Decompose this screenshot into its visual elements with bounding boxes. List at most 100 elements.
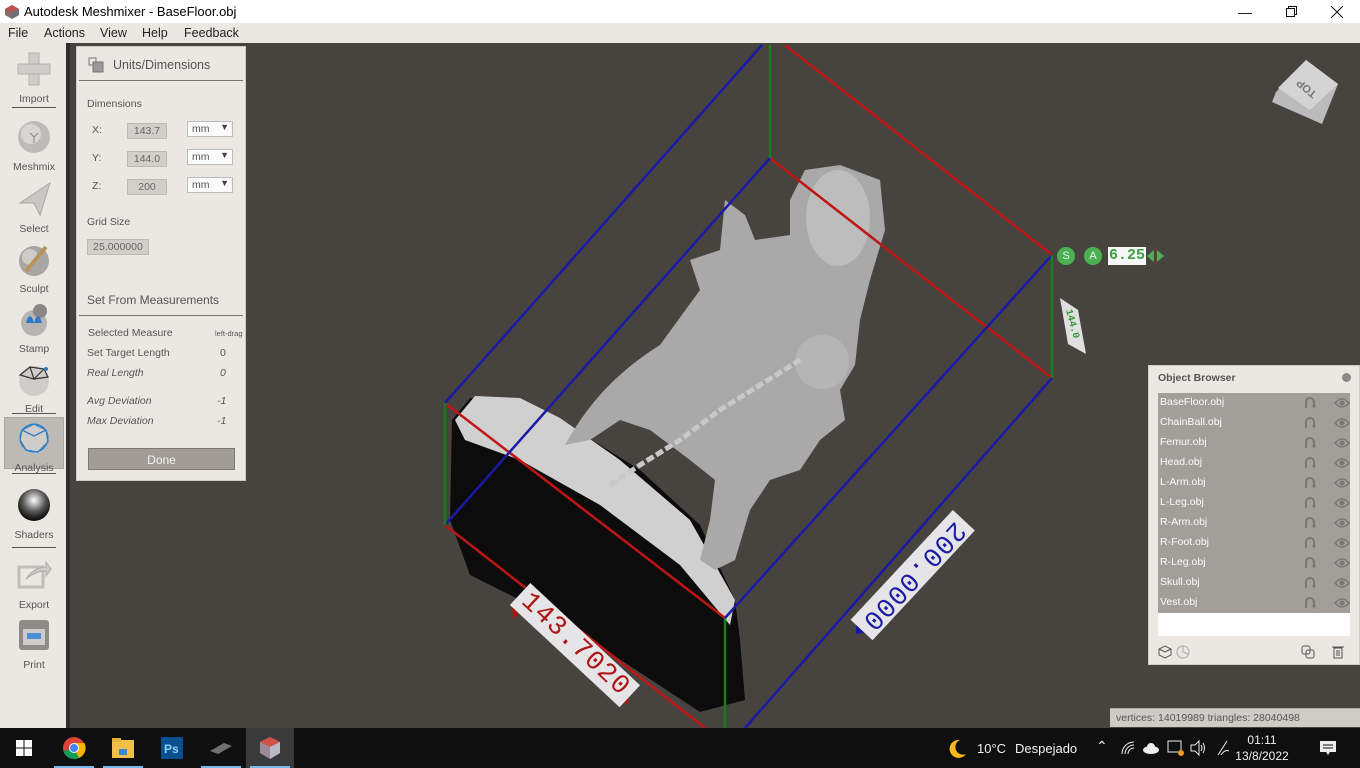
object-list: BaseFloor.obj ChainBall.obj Femur.obj Head.… <box>1158 393 1350 613</box>
visibility-eye-icon[interactable] <box>1334 577 1350 589</box>
tool-stamp-label: Stamp <box>18 343 50 355</box>
dimensions-label: Dimensions <box>87 98 142 110</box>
tool-edit[interactable]: Edit <box>4 359 64 417</box>
taskbar-hdd-app[interactable] <box>197 728 245 768</box>
magnet-icon[interactable] <box>1303 596 1317 610</box>
snap-toggle[interactable]: S <box>1057 247 1075 265</box>
object-list-item[interactable]: Femur.obj <box>1158 433 1350 453</box>
object-list-item[interactable]: BaseFloor.obj <box>1158 393 1350 413</box>
dim-y-label: Y: <box>92 152 102 164</box>
windows-taskbar: Ps 10°C Despejado ⌃ 01:11 13/8/2022 <box>0 728 1360 768</box>
visibility-eye-icon[interactable] <box>1334 497 1350 509</box>
decrease-arrow-icon[interactable] <box>1147 250 1154 262</box>
angle-toggle[interactable]: A <box>1084 247 1102 265</box>
divider <box>79 80 243 81</box>
magnet-icon[interactable] <box>1303 396 1317 410</box>
object-list-item[interactable]: L-Arm.obj <box>1158 473 1350 493</box>
dim-y-unit-value: mm <box>192 151 210 163</box>
magnet-icon[interactable] <box>1303 516 1317 530</box>
magnet-icon[interactable] <box>1303 456 1317 470</box>
magnet-icon[interactable] <box>1303 496 1317 510</box>
tool-analysis[interactable]: Analysis <box>4 417 64 474</box>
pie-clock-icon[interactable] <box>1176 645 1190 659</box>
start-button[interactable] <box>0 728 48 768</box>
duplicate-icon[interactable] <box>1301 645 1315 659</box>
dim-z-label: Z: <box>92 180 102 192</box>
object-name: Head.obj <box>1160 456 1203 468</box>
weather-temperature[interactable]: 10°C <box>977 741 1006 756</box>
magnet-icon[interactable] <box>1303 556 1317 570</box>
visibility-eye-icon[interactable] <box>1334 457 1350 469</box>
object-list-item[interactable]: R-Leg.obj <box>1158 553 1350 573</box>
taskbar-file-explorer[interactable] <box>99 728 147 768</box>
dim-y-unit-select[interactable]: mm ▼ <box>187 149 233 165</box>
wireframe-sphere-icon <box>18 365 49 396</box>
wifi-icon[interactable] <box>1121 741 1135 755</box>
taskbar-photoshop[interactable]: Ps <box>148 728 196 768</box>
tool-meshmix-label: Meshmix <box>12 161 55 173</box>
dim-z-unit-select[interactable]: mm ▼ <box>187 177 233 193</box>
windows-start-icon <box>16 740 32 756</box>
view-cube[interactable]: TOP <box>1270 58 1340 128</box>
system-clock[interactable]: 01:11 13/8/2022 <box>1232 732 1292 764</box>
tool-print[interactable]: Print <box>4 615 64 673</box>
panel-title: Units/Dimensions <box>113 58 211 72</box>
panel-collapse-icon[interactable] <box>88 57 104 73</box>
dim-z-input[interactable]: 200 <box>127 179 167 195</box>
onedrive-cloud-icon[interactable] <box>1142 742 1160 754</box>
tool-export[interactable]: Export <box>4 555 64 613</box>
cube-icon[interactable] <box>1158 645 1172 659</box>
show-hidden-icons-chevron-icon[interactable]: ⌃ <box>1096 738 1108 755</box>
plus-icon <box>17 52 51 86</box>
tool-shaders[interactable]: Shaders <box>4 485 64 543</box>
visibility-eye-icon[interactable] <box>1334 477 1350 489</box>
object-name: ChainBall.obj <box>1160 416 1222 428</box>
taskbar-chrome[interactable] <box>50 728 98 768</box>
notifications-icon[interactable] <box>1319 740 1337 756</box>
object-list-item[interactable]: ChainBall.obj <box>1158 413 1350 433</box>
volume-icon[interactable] <box>1190 740 1208 756</box>
real-length-label: Real Length <box>87 367 144 379</box>
visibility-eye-icon[interactable] <box>1334 597 1350 609</box>
tool-import[interactable]: Import <box>4 49 64 107</box>
object-list-item[interactable]: Skull.obj <box>1158 573 1350 593</box>
increase-arrow-icon[interactable] <box>1157 250 1164 262</box>
object-list-item[interactable]: Head.obj <box>1158 453 1350 473</box>
visibility-eye-icon[interactable] <box>1334 397 1350 409</box>
object-list-item[interactable]: Vest.obj <box>1158 593 1350 613</box>
model-mesh[interactable] <box>450 165 885 712</box>
target-length-value[interactable]: 0 <box>220 347 226 359</box>
measure-z-label[interactable]: 144.0 <box>1060 298 1086 354</box>
visibility-eye-icon[interactable] <box>1334 417 1350 429</box>
export-arrow-icon <box>17 560 52 589</box>
tool-stamp[interactable]: Stamp <box>4 299 64 357</box>
dim-x-unit-select[interactable]: mm ▼ <box>187 121 233 137</box>
object-list-item[interactable]: L-Leg.obj <box>1158 493 1350 513</box>
grid-size-input[interactable]: 25.000000 <box>87 239 149 255</box>
tool-sculpt[interactable]: Sculpt <box>4 239 64 297</box>
visibility-eye-icon[interactable] <box>1334 537 1350 549</box>
magnet-icon[interactable] <box>1303 576 1317 590</box>
dim-x-input[interactable]: 143.7 <box>127 123 167 139</box>
dim-y-input[interactable]: 144.0 <box>127 151 167 167</box>
visibility-eye-icon[interactable] <box>1334 437 1350 449</box>
taskbar-meshmixer[interactable] <box>246 728 294 768</box>
close-panel-icon[interactable] <box>1342 373 1351 382</box>
done-button[interactable]: Done <box>88 448 235 470</box>
visibility-eye-icon[interactable] <box>1334 517 1350 529</box>
tool-meshmix[interactable]: Meshmix <box>4 117 64 175</box>
weather-description[interactable]: Despejado <box>1015 741 1077 756</box>
snap-value[interactable]: 6.25 <box>1108 247 1146 265</box>
magnet-icon[interactable] <box>1303 476 1317 490</box>
magnet-icon[interactable] <box>1303 436 1317 450</box>
security-center-icon[interactable] <box>1167 740 1185 756</box>
trash-icon[interactable] <box>1331 645 1345 659</box>
magnet-icon[interactable] <box>1303 536 1317 550</box>
magnet-icon[interactable] <box>1303 416 1317 430</box>
snap-value-stepper[interactable] <box>1147 249 1165 263</box>
object-list-item[interactable]: R-Arm.obj <box>1158 513 1350 533</box>
tool-select[interactable]: Select <box>4 179 64 237</box>
pen-workspace-icon[interactable] <box>1215 739 1231 757</box>
object-list-item[interactable]: R-Foot.obj <box>1158 533 1350 553</box>
visibility-eye-icon[interactable] <box>1334 557 1350 569</box>
